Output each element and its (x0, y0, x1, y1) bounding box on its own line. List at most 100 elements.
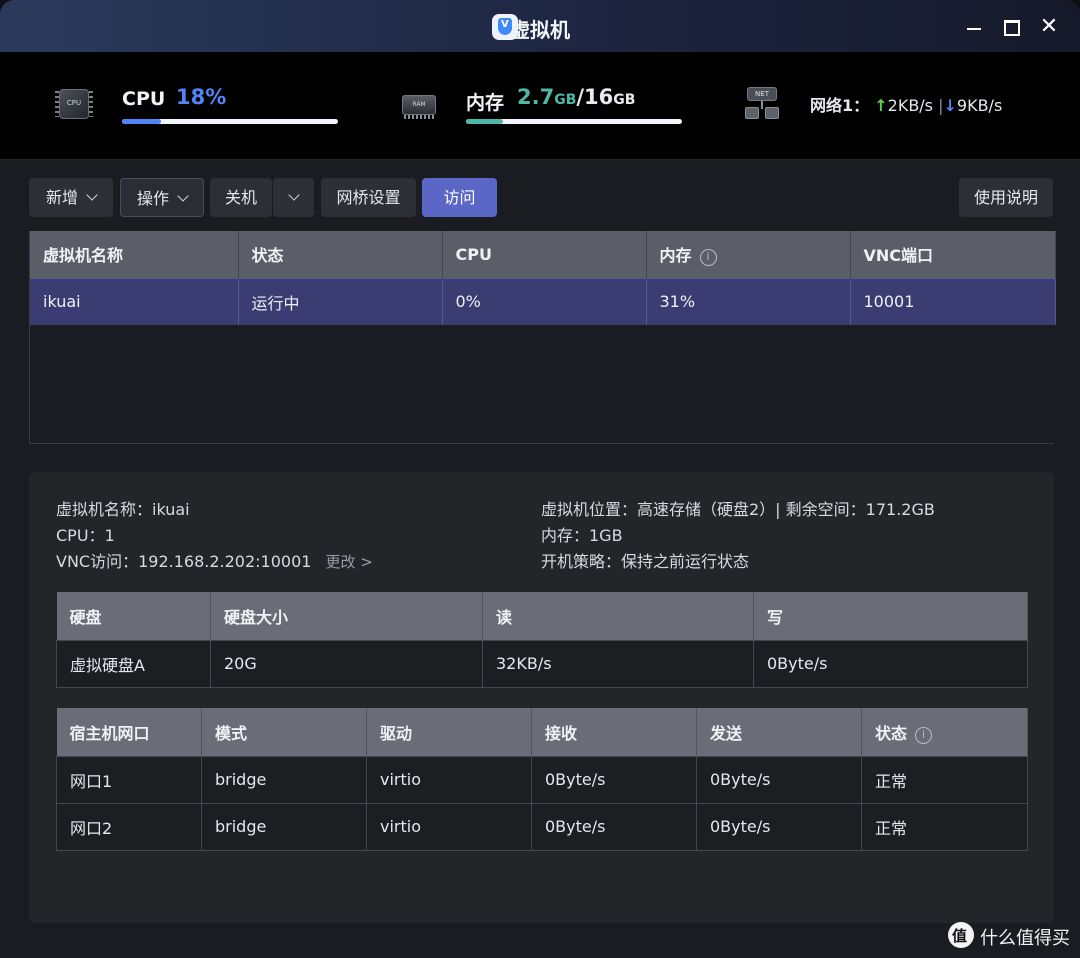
visit-button[interactable]: 访问 (422, 178, 497, 217)
vm-table-header: 虚拟机名称 状态 CPU 内存 i VNC端口 (30, 231, 1056, 278)
network-icon: NET (743, 85, 781, 123)
add-label: 新增 (45, 188, 78, 207)
nic-driver-cell: virtio (366, 755, 532, 804)
network-label: 网络1： (810, 96, 870, 115)
nic-port-cell: 网口2 (56, 802, 202, 851)
detail-boot-policy: 开机策略：保持之前运行状态 (541, 552, 750, 571)
table-row[interactable]: ikuai 运行中 0% 31% 10001 (30, 277, 1056, 325)
close-icon[interactable]: ✕ (1036, 14, 1062, 40)
memory-usage-value: 2.7GB/16GB (517, 85, 635, 109)
resource-stats-bar: CPU CPU 18% RAM 内存 2.7GB/16GB NET 网络1： ↑… (0, 52, 1080, 160)
vm-vnc-port-cell: 10001 (850, 277, 1056, 325)
window-title: 虚拟机 (510, 18, 570, 42)
memory-used-unit: GB (554, 92, 577, 108)
cpu-usage-value: 18% (176, 85, 227, 109)
maximize-icon[interactable] (998, 14, 1024, 40)
shutdown-button[interactable]: 关机 (210, 178, 272, 217)
upload-speed: 2KB/s (887, 96, 934, 115)
column-header: VNC端口 (850, 231, 1056, 278)
column-header-label: 状态 (875, 723, 908, 743)
vm-memory-cell: 31% (646, 277, 851, 325)
network-throughput: 网络1： ↑2KB/s |↓9KB/s (810, 92, 1002, 116)
detail-vnc-address: VNC访问：192.168.2.202:10001 (56, 552, 312, 571)
nic-table-header: 宿主机网口 模式 驱动 接收 发送 状态 i (56, 708, 1028, 756)
memory-total: 16 (584, 85, 614, 109)
column-header: 硬盘大小 (210, 592, 483, 640)
help-button[interactable]: 使用说明 (959, 178, 1053, 217)
minimize-icon[interactable] (962, 14, 988, 40)
column-header: 驱动 (366, 708, 532, 756)
vm-name-cell: ikuai (30, 277, 239, 325)
vnc-edit-link[interactable]: 更改 > (325, 553, 372, 571)
column-header: 写 (753, 592, 1028, 640)
operations-dropdown-button[interactable]: 操作 (120, 178, 204, 217)
vm-table: 虚拟机名称 状态 CPU 内存 i VNC端口 ikuai 运行中 0% 31% … (30, 231, 1056, 325)
detail-memory: 内存：1GB (541, 526, 623, 545)
cpu-label: CPU (122, 88, 166, 110)
add-dropdown-button[interactable]: 新增 (29, 178, 113, 217)
chevron-down-icon (287, 189, 300, 201)
disk-write-cell: 0Byte/s (753, 639, 1028, 688)
table-row: 网口1 bridge virtio 0Byte/s 0Byte/s 正常 (56, 755, 1028, 804)
nic-mode-cell: bridge (201, 755, 367, 804)
column-header-status: 状态 i (861, 708, 1028, 756)
info-icon[interactable]: i (915, 726, 933, 744)
disk-name-cell: 虚拟硬盘A (56, 639, 211, 688)
column-header: 状态 (238, 231, 443, 278)
column-header: 硬盘 (56, 592, 211, 640)
nic-driver-cell: virtio (366, 802, 532, 851)
title-bar: 虚拟机 ✕ (0, 0, 1080, 52)
smzdm-logo-icon (948, 922, 974, 948)
column-header-memory: 内存 i (646, 231, 851, 278)
cpu-chip-icon: CPU (55, 85, 93, 123)
shutdown-menu-button[interactable] (273, 178, 314, 217)
nic-rx-cell: 0Byte/s (531, 802, 697, 851)
cpu-usage-bar (122, 119, 338, 124)
detail-vm-name: 虚拟机名称：ikuai (56, 500, 190, 519)
memory-slash: / (576, 85, 585, 109)
main-panel: 新增 操作 关机 网桥设置 访问 使用说明 虚拟机名称 状态 CPU 内存 i V… (0, 160, 1080, 958)
column-header: 模式 (201, 708, 367, 756)
chevron-down-icon (86, 189, 98, 201)
memory-label: 内存 (466, 92, 505, 114)
disk-table: 硬盘 硬盘大小 读 写 虚拟硬盘A 20G 32KB/s 0Byte/s (56, 592, 1028, 688)
disk-size-cell: 20G (210, 639, 483, 688)
memory-usage-bar (466, 119, 682, 124)
table-row: 网口2 bridge virtio 0Byte/s 0Byte/s 正常 (56, 802, 1028, 851)
vm-status-cell: 运行中 (238, 277, 443, 325)
download-speed: 9KB/s (956, 96, 1003, 115)
nic-mode-cell: bridge (201, 802, 367, 851)
nic-status-cell: 正常 (861, 802, 1028, 851)
detail-cpu: CPU：1 (56, 526, 115, 545)
vm-detail-panel: 虚拟机名称：ikuai CPU：1 VNC访问：192.168.2.202:10… (29, 472, 1054, 923)
watermark-text: 什么值得买 (980, 928, 1070, 949)
column-header: 宿主机网口 (56, 708, 202, 756)
memory-usage-bar-fill (466, 119, 503, 124)
nic-port-cell: 网口1 (56, 755, 202, 804)
ram-module-icon: RAM (400, 85, 438, 123)
column-header: CPU (442, 231, 647, 278)
disk-table-header: 硬盘 硬盘大小 读 写 (56, 592, 1028, 640)
column-header: 接收 (531, 708, 697, 756)
bridge-settings-button[interactable]: 网桥设置 (321, 178, 416, 217)
info-icon[interactable]: i (699, 249, 717, 267)
detail-vnc: VNC访问：192.168.2.202:10001 更改 > (56, 548, 373, 572)
chevron-down-icon (177, 190, 189, 202)
nic-status-cell: 正常 (861, 755, 1028, 804)
disk-read-cell: 32KB/s (482, 639, 754, 688)
column-header-label: 内存 (659, 246, 692, 266)
column-header: 读 (482, 592, 754, 640)
column-header: 虚拟机名称 (30, 231, 239, 278)
nic-tx-cell: 0Byte/s (696, 802, 862, 851)
nic-rx-cell: 0Byte/s (531, 755, 697, 804)
cpu-usage-bar-fill (122, 119, 161, 124)
nic-tx-cell: 0Byte/s (696, 755, 862, 804)
operations-label: 操作 (136, 189, 169, 208)
memory-used: 2.7 (517, 85, 555, 109)
table-row: 虚拟硬盘A 20G 32KB/s 0Byte/s (56, 639, 1028, 688)
upload-arrow-icon: ↑ (874, 96, 888, 115)
nic-table: 宿主机网口 模式 驱动 接收 发送 状态 i 网口1 bridge virtio … (56, 708, 1028, 851)
memory-total-unit: GB (613, 92, 636, 108)
detail-location: 虚拟机位置：高速存储（硬盘2）| 剩余空间：171.2GB (541, 500, 935, 519)
download-arrow-icon: ↓ (943, 96, 957, 115)
